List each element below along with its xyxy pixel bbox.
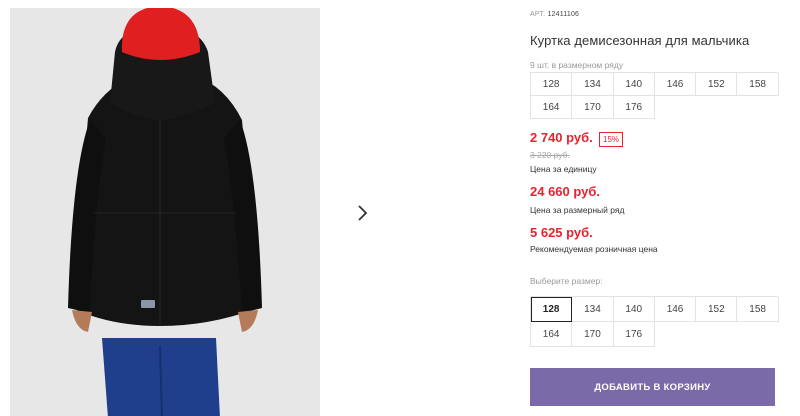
size-option-158[interactable]: 158 [737,297,779,322]
add-to-cart-button[interactable]: ДОБАВИТЬ В КОРЗИНУ [530,368,775,406]
article-number: АРТ. 12411106 [530,11,579,18]
pack-size-cell: 158 [737,73,779,96]
pack-price: 24 660 руб. [530,184,601,199]
pack-size-cell: 146 [654,73,697,96]
pack-size-grid: 128 134 140 146 152 158 164 170 176 [530,72,779,119]
article-value: 12411106 [547,11,580,18]
pack-note: 9 шт. в размерном ряду [530,60,624,70]
pack-size-cell: 134 [572,73,614,96]
rrp-price-label: Рекомендуемая розничная цена [530,244,658,254]
article-label: АРТ. [530,11,546,18]
size-option-128[interactable]: 128 [531,297,573,322]
pack-size-cell: 170 [572,96,614,119]
discount-badge: 15% [599,132,624,147]
chevron-right-icon [357,204,367,221]
size-option-164[interactable]: 164 [531,322,573,347]
product-gallery [10,8,320,416]
pack-price-label: Цена за размерный ряд [530,205,625,215]
choose-size-label: Выберите размер: [530,276,603,286]
product-title: Куртка демисезонная для мальчика [530,33,750,48]
size-option-176[interactable]: 176 [613,322,655,347]
rrp-price: 5 625 руб. [530,225,593,240]
unit-price-label: Цена за единицу [530,164,597,174]
size-option-146[interactable]: 146 [654,297,697,322]
old-price: 3 220 руб. [530,150,570,160]
pack-size-cell: 164 [531,96,573,119]
next-image-button[interactable] [343,194,380,231]
pack-size-cell: 128 [531,73,573,96]
size-selector: 128 134 140 146 152 158 164 170 176 [530,296,779,347]
size-option-140[interactable]: 140 [613,297,655,322]
pack-size-cell: 152 [696,73,738,96]
size-option-152[interactable]: 152 [696,297,738,322]
unit-price: 2 740 руб. [530,130,593,145]
size-option-134[interactable]: 134 [572,297,614,322]
pack-size-cell: 176 [613,96,655,119]
size-option-170[interactable]: 170 [572,322,614,347]
product-photo [10,8,320,416]
pack-size-cell: 140 [613,73,655,96]
